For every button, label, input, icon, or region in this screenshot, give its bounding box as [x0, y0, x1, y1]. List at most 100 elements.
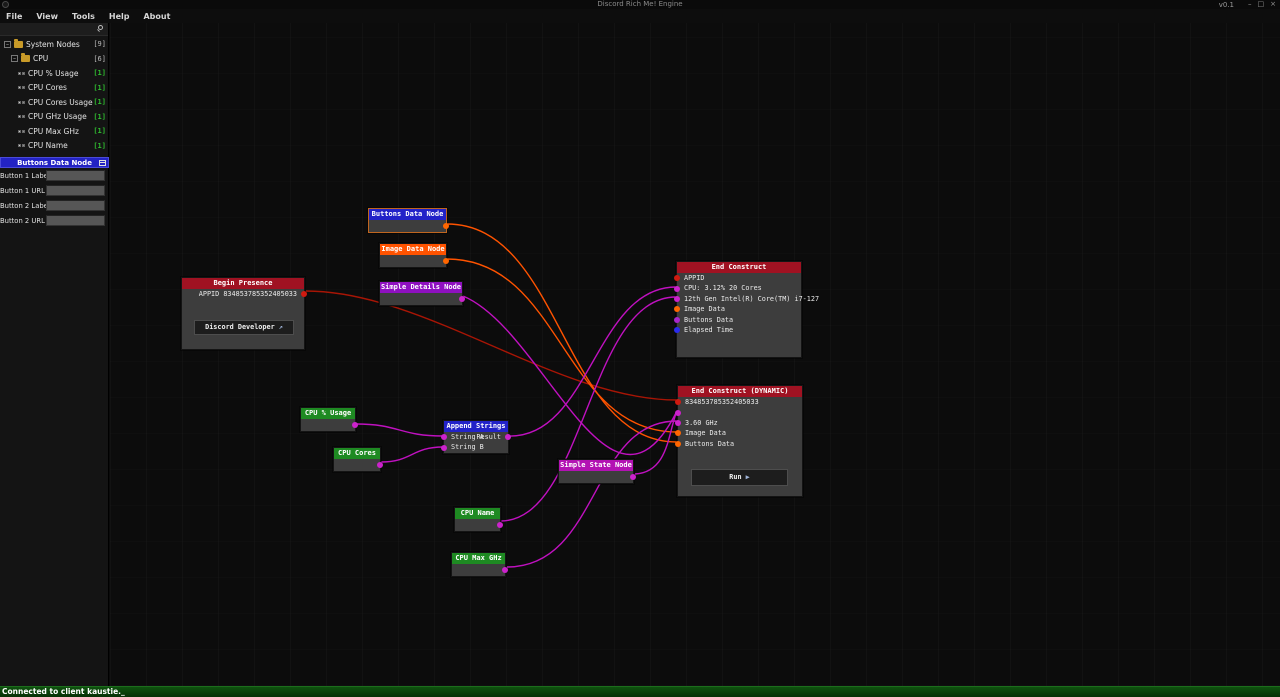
graph-node-begin-presence[interactable]: Begin PresenceAPPID 834853785352405033 Di… [181, 277, 305, 350]
input-port[interactable] [674, 296, 680, 302]
node-row: 12th Gen Intel(R) Core(TM) i7-127 [677, 294, 801, 304]
graph-node-simple-state-node[interactable]: Simple State Node [558, 459, 634, 484]
node-button-end-construct-dynamic[interactable]: Run ▶ [691, 469, 788, 486]
minimize-button[interactable]: – [1248, 0, 1252, 8]
property-input-button-1-url[interactable] [46, 185, 105, 196]
node-row: 3.60 GHz [678, 418, 802, 428]
tree-item-label: CPU % Usage [28, 69, 79, 78]
input-port[interactable] [674, 327, 680, 333]
tree-count-badge: [9] [93, 40, 106, 48]
tree-item-cpu-cores-usage[interactable]: CPU Cores Usage[1] [0, 95, 109, 110]
node-title: CPU Name [455, 508, 500, 519]
node-leaf-icon [18, 115, 25, 118]
node-row-result-label: Result [476, 432, 501, 442]
output-port[interactable] [352, 422, 358, 428]
tree-expander-icon[interactable]: – [4, 41, 11, 48]
node-row-label: Image Data [684, 305, 725, 313]
search-input[interactable] [0, 23, 108, 36]
input-port[interactable] [675, 420, 681, 426]
output-port[interactable] [502, 567, 508, 573]
node-row-label: Buttons Data [684, 316, 733, 324]
graph-node-end-construct[interactable]: End ConstructAPPIDCPU: 3.12% 20 Cores12t… [676, 261, 802, 358]
node-title: Image Data Node [380, 244, 446, 255]
graph-node-cpu-pct-usage[interactable]: CPU % Usage [300, 407, 356, 432]
input-port[interactable] [674, 306, 680, 312]
close-button[interactable]: × [1270, 0, 1276, 8]
node-button-begin-presence[interactable]: Discord Developer ↗ [194, 320, 294, 335]
tree-item-cpu-cores[interactable]: CPU Cores[1] [0, 81, 109, 96]
property-label: Button 2 Label [0, 202, 46, 210]
tree-item-cpu-usage[interactable]: CPU % Usage[1] [0, 66, 109, 81]
input-port[interactable] [674, 286, 680, 292]
node-row-label: String B [451, 443, 484, 451]
property-input-button-2-label[interactable] [46, 200, 105, 211]
graph-node-cpu-name[interactable]: CPU Name [454, 507, 501, 532]
node-button-label: Discord Developer [205, 323, 279, 331]
node-row: Image Data [678, 428, 802, 438]
tree-count-badge: [1] [93, 84, 106, 92]
menu-item-about[interactable]: About [143, 12, 170, 21]
tree-item-system-nodes[interactable]: –System Nodes[9] [0, 37, 109, 52]
tree-item-cpu-max-ghz[interactable]: CPU Max GHz[1] [0, 124, 109, 139]
property-input-button-1-label[interactable] [46, 170, 105, 181]
input-port[interactable] [674, 275, 680, 281]
properties-panel: Buttons Data Node Button 1 LabelButton 1… [0, 157, 109, 228]
output-port[interactable] [459, 296, 465, 302]
output-port[interactable] [630, 474, 636, 480]
tree-count-badge: [1] [93, 127, 106, 135]
graph-node-cpu-cores[interactable]: CPU Cores [333, 447, 381, 472]
tree-item-cpu[interactable]: –CPU[6] [0, 52, 109, 67]
tree-count-badge: [1] [93, 98, 106, 106]
output-port[interactable] [377, 462, 383, 468]
node-row: Elapsed Time [677, 325, 801, 335]
input-port[interactable] [675, 410, 681, 416]
node-row [559, 471, 633, 483]
node-row-label: 834853785352405033 [685, 398, 759, 406]
node-row-label: APPID 834853785352405033 [199, 290, 297, 298]
app-window: Discord Rich Me! Engine v0.1 –□× FileVie… [0, 0, 1280, 697]
maximize-button[interactable]: □ [1258, 0, 1265, 8]
input-port[interactable] [675, 430, 681, 436]
node-row-label: Elapsed Time [684, 326, 733, 334]
input-port[interactable] [675, 441, 681, 447]
menu-item-tools[interactable]: Tools [72, 12, 95, 21]
graph-node-end-construct-dynamic[interactable]: End Construct (DYNAMIC)83485378535240503… [677, 385, 803, 497]
node-row [334, 459, 380, 471]
node-row [452, 564, 505, 576]
property-row: Button 1 Label [0, 168, 109, 183]
node-title: Simple Details Node [380, 282, 462, 293]
node-row: String AResult [444, 432, 508, 442]
folder-icon [21, 55, 30, 62]
node-tree: –System Nodes[9]–CPU[6]CPU % Usage[1]CPU… [0, 37, 109, 153]
window-grid-icon [99, 160, 106, 166]
node-row: Image Data [677, 304, 801, 314]
node-button-label: Run [729, 473, 745, 481]
output-port[interactable] [497, 522, 503, 528]
menu-item-help[interactable]: Help [109, 12, 130, 21]
node-button-icon: ↗ [279, 323, 283, 331]
tree-expander-icon[interactable]: – [11, 55, 18, 62]
menu-bar: File View Tools Help About [0, 9, 1280, 23]
property-input-button-2-url[interactable] [46, 215, 105, 226]
window-controls: –□ × [1242, 0, 1276, 9]
node-title: Begin Presence [182, 278, 304, 289]
graph-node-append-strings[interactable]: Append StringsString AResultString B [443, 420, 509, 454]
node-leaf-icon [18, 144, 25, 147]
menu-item-file[interactable]: File [6, 12, 22, 21]
input-port[interactable] [674, 317, 680, 323]
input-port[interactable] [441, 434, 447, 440]
menu-item-view[interactable]: View [36, 12, 58, 21]
property-row: Button 2 Label [0, 198, 109, 213]
graph-node-cpu-max-ghz[interactable]: CPU Max GHz [451, 552, 506, 577]
node-row-label: Buttons Data [685, 440, 734, 448]
tree-item-cpu-name[interactable]: CPU Name[1] [0, 139, 109, 154]
graph-node-image-data-node[interactable]: Image Data Node [379, 243, 447, 268]
node-title: CPU % Usage [301, 408, 355, 419]
input-port[interactable] [675, 399, 681, 405]
input-port[interactable] [441, 445, 447, 451]
output-port[interactable] [443, 223, 449, 229]
graph-node-buttons-data-node[interactable]: Buttons Data Node [368, 208, 447, 233]
graph-node-simple-details-node[interactable]: Simple Details Node [379, 281, 463, 306]
tree-item-cpu-ghz-usage[interactable]: CPU GHz Usage[1] [0, 110, 109, 125]
output-port[interactable] [443, 258, 449, 264]
